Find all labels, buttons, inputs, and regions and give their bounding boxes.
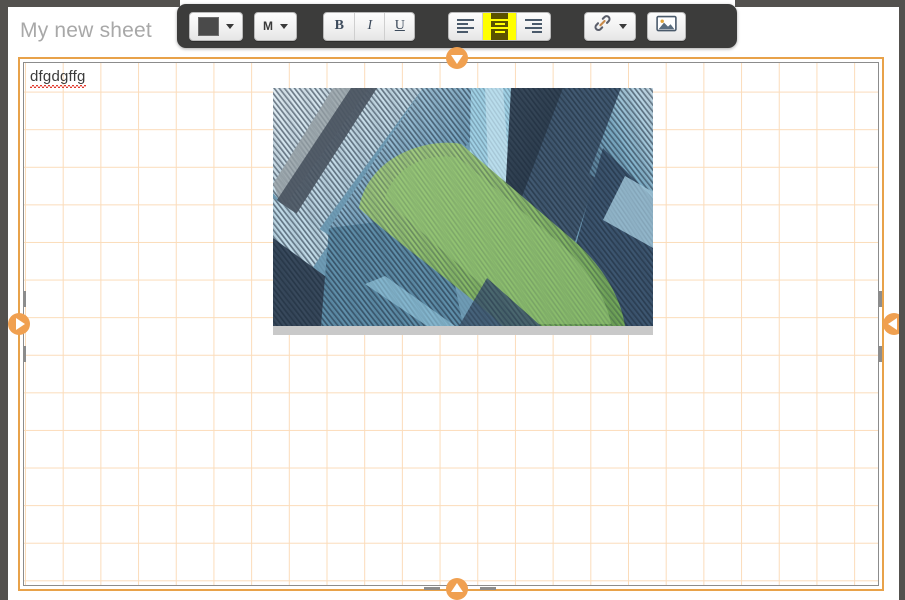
- handle-tick-bottom-right: [480, 587, 496, 590]
- text-style-group: B I U: [323, 11, 416, 41]
- align-right-button[interactable]: [516, 12, 550, 40]
- bold-button[interactable]: B: [324, 13, 354, 40]
- align-center-button[interactable]: [482, 12, 517, 40]
- image-resize-bar[interactable]: [273, 326, 653, 335]
- embedded-image[interactable]: [273, 88, 653, 326]
- handle-tick-left-upper: [23, 291, 26, 307]
- sheet-canvas[interactable]: dfgdgffg: [18, 57, 884, 591]
- window-frame-top-right-edge: [735, 0, 905, 7]
- window-frame-left-edge: [0, 0, 8, 600]
- underline-icon: U: [394, 18, 405, 33]
- formatting-toolbar: M B I U: [177, 4, 737, 48]
- font-size-label: M: [263, 19, 274, 33]
- triangle-down-icon: [451, 55, 463, 64]
- align-left-icon: [457, 19, 475, 33]
- handle-tick-bottom-left: [424, 587, 440, 590]
- expand-bottom-handle[interactable]: [446, 578, 468, 600]
- window-frame-top-left-edge: [0, 0, 180, 7]
- sheet-canvas-grid[interactable]: dfgdgffg: [23, 62, 879, 586]
- underline-button[interactable]: U: [384, 12, 414, 40]
- insert-link-button[interactable]: [585, 13, 635, 40]
- alignment-group: [448, 11, 552, 41]
- handle-tick-right-upper: [879, 291, 882, 307]
- sheet-editor-window: My new sheet dfgdgffg M B I U: [0, 0, 905, 600]
- image-icon: [656, 15, 677, 37]
- font-size-button[interactable]: M: [255, 13, 296, 40]
- text-color-button[interactable]: [190, 13, 242, 40]
- embedded-image-container[interactable]: [273, 88, 653, 338]
- italic-icon: I: [367, 18, 373, 33]
- triangle-left-icon: [888, 318, 897, 330]
- align-right-icon: [525, 19, 543, 33]
- color-picker-group: [189, 11, 243, 41]
- window-frame-right-edge: [899, 0, 905, 600]
- expand-left-handle[interactable]: [8, 313, 30, 335]
- chevron-down-icon: [280, 23, 289, 29]
- page-title[interactable]: My new sheet: [20, 19, 152, 43]
- font-size-group: M: [254, 11, 298, 41]
- chevron-down-icon: [619, 23, 628, 29]
- text-block[interactable]: dfgdgffg: [29, 68, 87, 88]
- align-center-icon: [491, 19, 509, 33]
- link-icon: [593, 15, 612, 37]
- triangle-up-icon: [451, 583, 463, 592]
- bold-icon: B: [334, 18, 344, 33]
- handle-tick-left-lower: [23, 346, 26, 362]
- spellcheck-misspelled-word[interactable]: dfgdgffg: [30, 68, 86, 88]
- handle-tick-right-lower: [879, 346, 882, 362]
- link-group: [584, 11, 637, 41]
- color-swatch-icon: [198, 16, 219, 36]
- chevron-down-icon: [226, 23, 234, 29]
- expand-top-handle[interactable]: [446, 47, 468, 69]
- insert-image-button[interactable]: [648, 13, 685, 40]
- triangle-right-icon: [16, 318, 25, 330]
- align-left-button[interactable]: [449, 13, 482, 40]
- image-group: [647, 11, 687, 41]
- italic-button[interactable]: I: [354, 12, 384, 40]
